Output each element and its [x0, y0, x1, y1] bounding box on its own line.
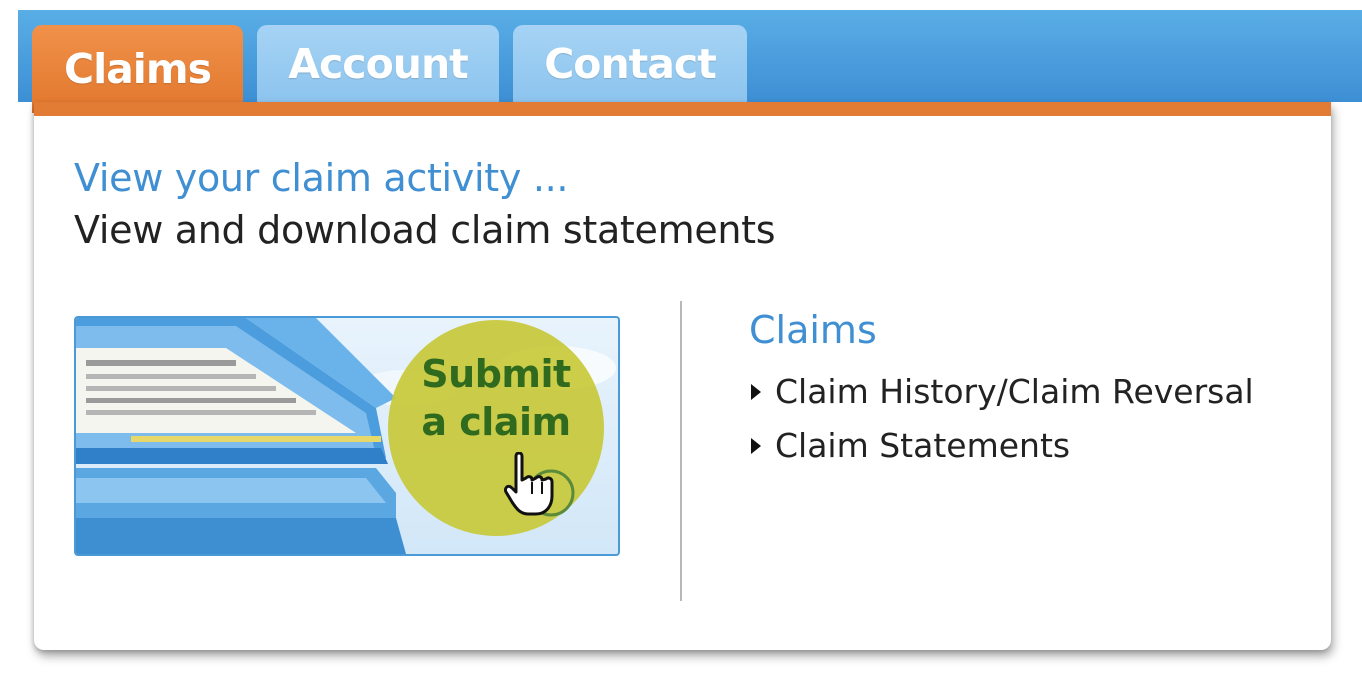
claims-panel: View your claim activity ... View and do… [34, 102, 1331, 650]
tab-account[interactable]: Account [257, 25, 499, 103]
tab-claims[interactable]: Claims [32, 25, 243, 113]
submit-claim-banner[interactable]: Submit a claim [74, 316, 620, 556]
submit-claim-line2: a claim [421, 400, 571, 444]
tab-contact[interactable]: Contact [513, 25, 747, 103]
caret-right-icon [751, 384, 761, 400]
hand-cursor-icon [504, 452, 554, 516]
link-label: Claim Statements [775, 425, 1071, 465]
claims-widget: Claims Account Contact View your claim a… [0, 0, 1362, 684]
claims-links-title[interactable]: Claims [749, 308, 877, 352]
submit-claim-line1: Submit [421, 352, 571, 396]
caret-right-icon [751, 438, 761, 454]
link-claim-statements[interactable]: Claim Statements [751, 418, 1254, 472]
vertical-divider [680, 301, 682, 601]
link-claim-history[interactable]: Claim History/Claim Reversal [751, 364, 1254, 418]
headline-link[interactable]: View your claim activity ... [74, 156, 568, 200]
claims-link-list: Claim History/Claim Reversal Claim State… [751, 364, 1254, 472]
submit-claim-label: Submit a claim [406, 350, 586, 446]
tab-list: Claims Account Contact [32, 25, 747, 113]
link-label: Claim History/Claim Reversal [775, 371, 1254, 411]
subheading: View and download claim statements [74, 208, 776, 252]
